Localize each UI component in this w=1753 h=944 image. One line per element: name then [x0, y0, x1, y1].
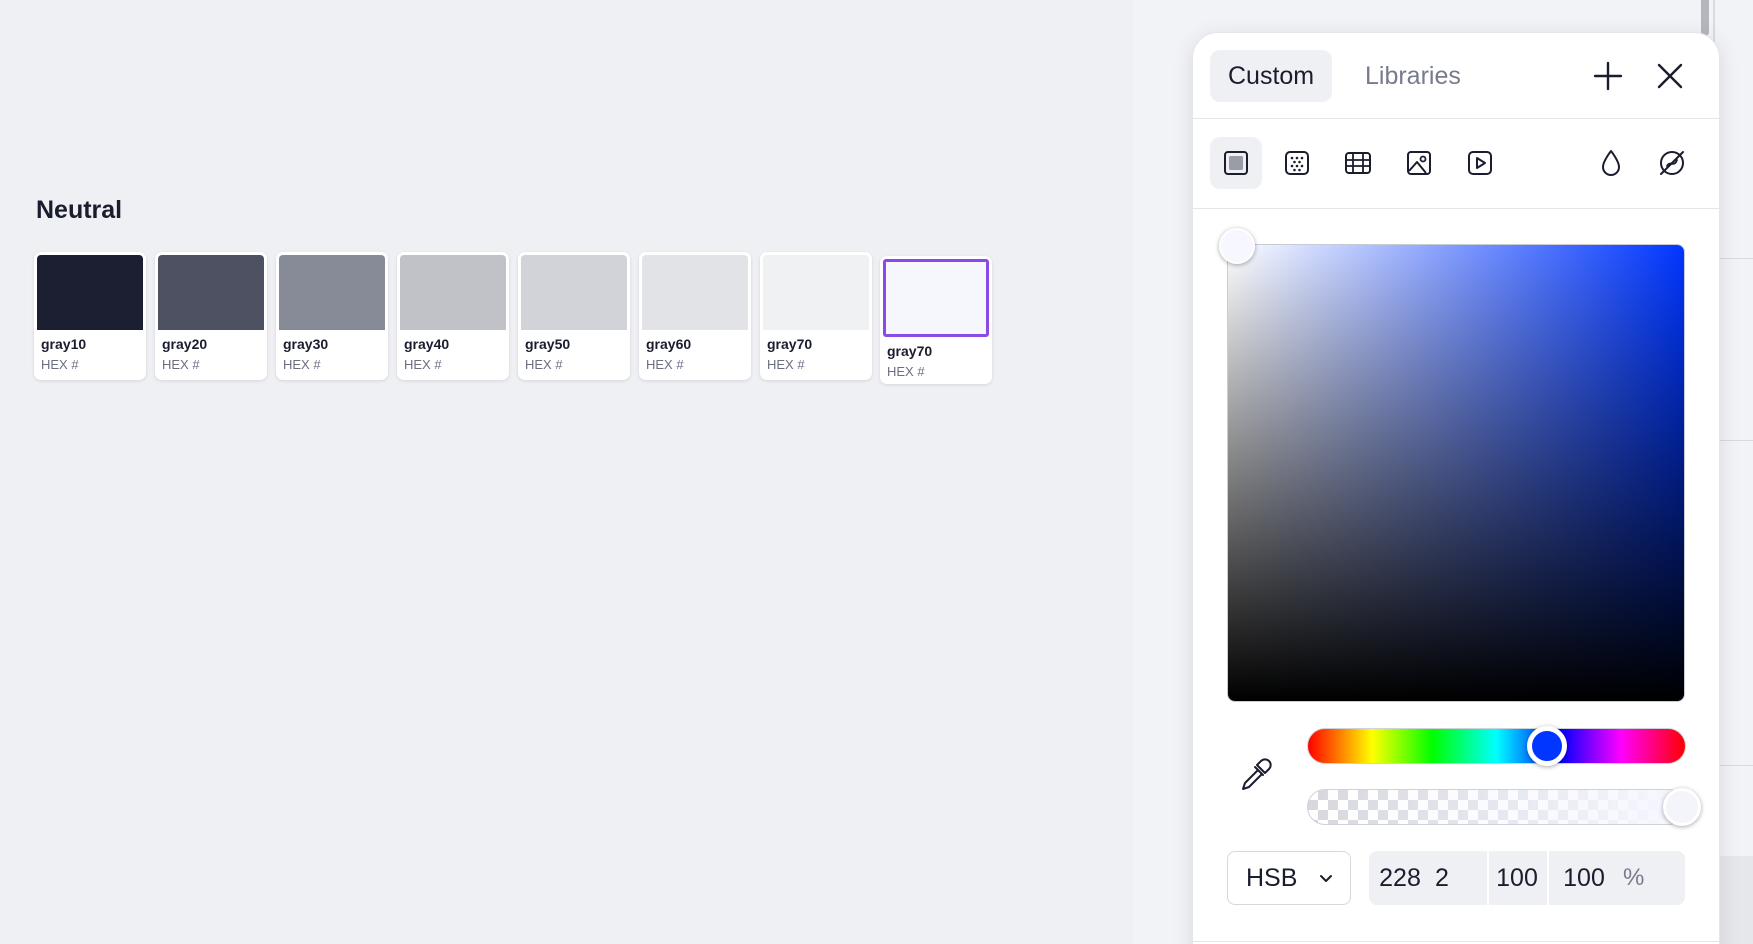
image-fill-icon [1407, 151, 1431, 175]
hue-slider-handle[interactable] [1527, 726, 1568, 766]
swatch-hex-label: HEX # [404, 357, 442, 372]
alpha-unit-label: % [1623, 864, 1645, 891]
swatch-color-chip [37, 255, 143, 330]
color-swatch-gray40[interactable]: gray40 HEX # [397, 252, 509, 380]
no-fill-button[interactable] [1646, 137, 1698, 189]
scrollbar-thumb[interactable] [1701, 0, 1709, 36]
grid-fill-button[interactable] [1332, 137, 1384, 189]
color-mode-value: HSB [1246, 863, 1298, 892]
grid-fill-icon [1345, 152, 1371, 174]
color-swatch-gray50[interactable]: gray50 HEX # [518, 252, 630, 380]
swatch-name: gray60 [646, 336, 692, 352]
divider [1715, 440, 1753, 441]
alpha-gradient [1308, 790, 1685, 824]
close-button[interactable] [1653, 59, 1687, 93]
swatch-name: gray70 [767, 336, 813, 352]
droplet-icon [1602, 150, 1620, 176]
add-swatch-button[interactable] [1591, 59, 1625, 93]
swatch-hex-label: HEX # [646, 357, 684, 372]
picker-tab-row: Custom Libraries [1193, 33, 1719, 119]
swatch-color-chip [400, 255, 506, 330]
divider [1547, 851, 1549, 905]
saturation-value-input[interactable]: 2 [1431, 851, 1471, 905]
swatch-color-chip [883, 259, 989, 337]
chevron-down-icon [1320, 875, 1332, 882]
swatch-color-chip [763, 255, 869, 330]
alpha-value-input[interactable]: 100 [1553, 851, 1615, 905]
swatch-name: gray20 [162, 336, 208, 352]
color-swatch-gray70[interactable]: gray70 HEX # [880, 256, 992, 384]
alpha-slider[interactable] [1307, 789, 1686, 825]
swatch-hex-label: HEX # [767, 357, 805, 372]
solid-fill-icon [1224, 151, 1248, 175]
no-fill-icon [1660, 151, 1684, 175]
color-mode-select[interactable]: HSB [1227, 851, 1351, 905]
color-swatch-gray70[interactable]: gray70 HEX # [760, 252, 872, 380]
color-swatch-gray20[interactable]: gray20 HEX # [155, 252, 267, 380]
brightness-value-input[interactable]: 100 [1489, 851, 1545, 905]
swatch-hex-label: HEX # [283, 357, 321, 372]
swatch-color-chip [279, 255, 385, 330]
divider [1715, 765, 1753, 766]
swatch-name: gray40 [404, 336, 450, 352]
video-fill-icon [1468, 151, 1492, 175]
fill-type-toolbar [1193, 119, 1719, 209]
plus-icon [1593, 61, 1623, 91]
tab-custom[interactable]: Custom [1210, 50, 1333, 102]
alpha-slider-handle[interactable] [1663, 788, 1701, 826]
color-swatch-gray30[interactable]: gray30 HEX # [276, 252, 388, 380]
saturation-brightness-area[interactable] [1227, 244, 1685, 702]
divider [1193, 941, 1719, 942]
image-fill-button[interactable] [1393, 137, 1445, 189]
pattern-fill-icon [1285, 151, 1309, 175]
tab-libraries[interactable]: Libraries [1347, 50, 1479, 102]
swatch-name: gray70 [887, 343, 933, 359]
swatch-name: gray50 [525, 336, 571, 352]
color-swatch-gray10[interactable]: gray10 HEX # [34, 252, 146, 380]
opacity-button[interactable] [1585, 137, 1637, 189]
pattern-fill-button[interactable] [1271, 137, 1323, 189]
close-icon [1657, 63, 1683, 89]
color-values-group: 228 2 100 100 % [1369, 851, 1685, 905]
eyedropper-icon [1242, 758, 1272, 790]
swatch-hex-label: HEX # [41, 357, 79, 372]
hue-slider[interactable] [1307, 728, 1686, 764]
color-picker-panel: Custom Libraries HSB 228 2 100 100 % [1192, 32, 1720, 944]
hue-value-input[interactable]: 228 [1369, 851, 1431, 905]
eyedropper-button[interactable] [1235, 755, 1275, 795]
brightness-layer [1228, 245, 1684, 701]
swatch-hex-label: HEX # [887, 364, 925, 379]
swatch-hex-label: HEX # [162, 357, 200, 372]
swatch-color-chip [158, 255, 264, 330]
section-title: Neutral [36, 196, 123, 224]
canvas: Neutral gray10 HEX # gray20 HEX # gray30 HEX … [0, 0, 1133, 944]
swatch-name: gray10 [41, 336, 87, 352]
sidebar-block [1715, 856, 1753, 944]
swatch-name: gray30 [283, 336, 329, 352]
video-fill-button[interactable] [1454, 137, 1506, 189]
saturation-brightness-handle[interactable] [1219, 228, 1255, 264]
swatch-color-chip [642, 255, 748, 330]
swatch-hex-label: HEX # [525, 357, 563, 372]
solid-fill-button[interactable] [1210, 137, 1262, 189]
divider [1715, 258, 1753, 259]
swatch-color-chip [521, 255, 627, 330]
color-swatch-gray60[interactable]: gray60 HEX # [639, 252, 751, 380]
